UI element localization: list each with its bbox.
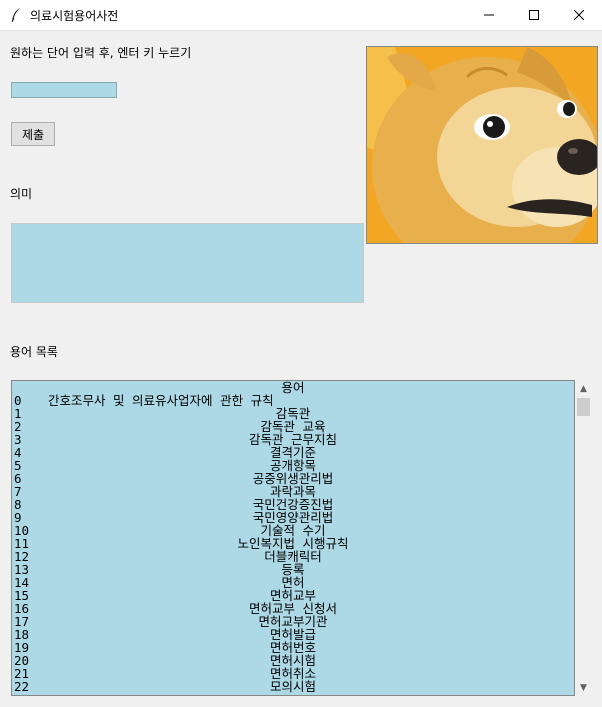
list-item-term: 모의시험: [269, 679, 316, 694]
terms-label: 용어 목록: [10, 345, 58, 359]
maximize-icon: [529, 10, 539, 20]
list-item[interactable]: 22 모의시험: [12, 680, 574, 693]
close-button[interactable]: [556, 0, 602, 30]
minimize-icon: [484, 14, 494, 16]
close-icon: [574, 10, 584, 20]
minimize-button[interactable]: [466, 0, 512, 30]
feather-icon: [11, 8, 20, 23]
scroll-up-icon[interactable]: ▲: [575, 380, 592, 397]
meaning-textbox[interactable]: [11, 223, 364, 303]
terms-listbox[interactable]: 용어 0 간호조무사 및 의료유사업자에 관한 규칙 1 감독관 2 감독관 교육 3…: [11, 380, 575, 696]
title-bar: 의료시험용어사전: [0, 0, 602, 31]
meaning-label: 의미: [10, 187, 33, 201]
scrollbar-thumb[interactable]: [577, 398, 590, 416]
list-item-term: 간호조무사 및 의료유사업자에 관한 규칙: [48, 393, 274, 408]
search-input[interactable]: [11, 82, 117, 98]
scroll-down-icon[interactable]: ▼: [575, 679, 592, 696]
doge-image: [366, 46, 598, 244]
maximize-button[interactable]: [511, 0, 557, 30]
vertical-scrollbar[interactable]: ▲ ▼: [575, 380, 592, 696]
window-title: 의료시험용어사전: [30, 9, 119, 23]
prompt-label: 원하는 단어 입력 후, 엔터 키 누르기: [10, 46, 192, 60]
submit-button[interactable]: 제출: [11, 122, 55, 146]
